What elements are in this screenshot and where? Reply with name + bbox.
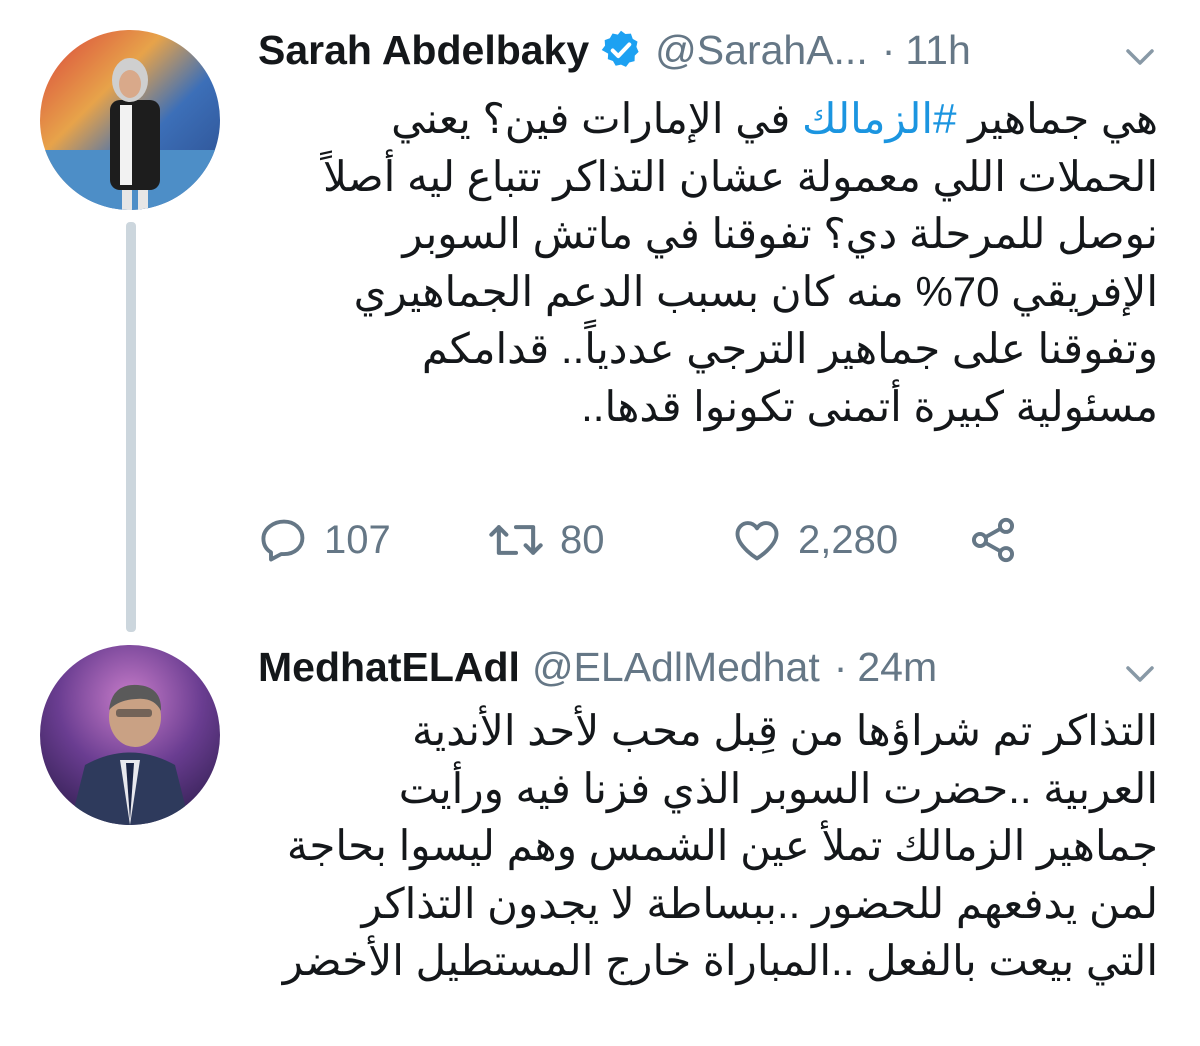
retweet-button[interactable]: 80 — [486, 505, 605, 575]
text-segment: في الإمارات فين؟ يعني — [391, 95, 802, 142]
share-button[interactable] — [966, 505, 1034, 575]
tweet-text-line: الحملات اللي معمولة عشان التذاكر تتباع ل… — [322, 152, 1158, 200]
author-handle[interactable]: @SarahA... — [655, 27, 868, 74]
author-name[interactable]: Sarah Abdelbaky — [258, 27, 589, 74]
tweet-text-line: هي جماهير #الزمالك في الإمارات فين؟ يعني — [258, 90, 1158, 148]
retweet-icon — [489, 525, 543, 555]
separator-dot: · — [881, 26, 896, 73]
text-segment: هي جماهير — [956, 95, 1158, 142]
tweet-text-line: العربية ..حضرت السوبر الذي فزنا فيه ورأي… — [398, 764, 1158, 812]
chevron-down-icon[interactable] — [1120, 652, 1160, 682]
author-handle[interactable]: @ELAdlMedhat — [532, 644, 820, 691]
tweet-text-line: الإفريقي 70% منه كان بسبب الدعم الجماهير… — [353, 267, 1158, 315]
avatar[interactable] — [40, 645, 220, 825]
tweet-text-line: جماهير الزمالك تملأ عين الشمس وهم ليسوا … — [286, 822, 1158, 869]
heart-icon — [735, 521, 779, 561]
retweet-count: 80 — [560, 517, 605, 562]
tweet-header: MedhatELAdl @ELAdlMedhat · 24m — [258, 637, 1160, 697]
tweet-text-line: التذاكر تم شراؤها من قِبل محب لأحد الأند… — [411, 707, 1158, 754]
tweet-text-line: وتفوقنا على جماهير الترجي عددياً.. قدامك… — [421, 325, 1158, 372]
author-name[interactable]: MedhatELAdl — [258, 644, 520, 691]
chevron-down-icon[interactable] — [1120, 35, 1160, 65]
reply-button[interactable]: 107 — [258, 505, 391, 575]
tweet-actions: 107 80 2,280 — [258, 505, 1058, 575]
reply-count: 107 — [324, 517, 391, 562]
tweet-text-line: لمن يدفعهم للحضور ..ببساطة لا يجدون التذ… — [361, 879, 1158, 927]
separator-dot: · — [833, 643, 848, 690]
thread-line — [126, 222, 136, 632]
tweet-text: التذاكر تم شراؤها من قِبل محب لأحد الأند… — [258, 702, 1158, 990]
tweet-text-line: نوصل للمرحلة دي؟ تفوقنا في ماتش السوبر — [402, 210, 1158, 257]
tweet-text: هي جماهير #الزمالك في الإمارات فين؟ يعني… — [258, 90, 1158, 435]
share-icon — [971, 517, 1015, 563]
hashtag-link[interactable]: #الزمالك — [802, 95, 957, 142]
avatar[interactable] — [40, 30, 220, 210]
tweet-text-line: مسئولية كبيرة أتمنى تكونوا قدها.. — [581, 382, 1158, 430]
tweet-timestamp[interactable]: 24m — [857, 644, 937, 691]
like-count: 2,280 — [798, 517, 899, 562]
like-button[interactable]: 2,280 — [730, 505, 898, 575]
verified-badge-icon — [599, 28, 643, 72]
tweet-timestamp[interactable]: 11h — [905, 27, 970, 74]
reply-icon — [261, 519, 305, 562]
tweet-text-line: التي بيعت بالفعل ..المباراة خارج المستطي… — [282, 937, 1158, 984]
tweet-header: Sarah Abdelbaky @SarahA... · 11h — [258, 20, 1160, 80]
